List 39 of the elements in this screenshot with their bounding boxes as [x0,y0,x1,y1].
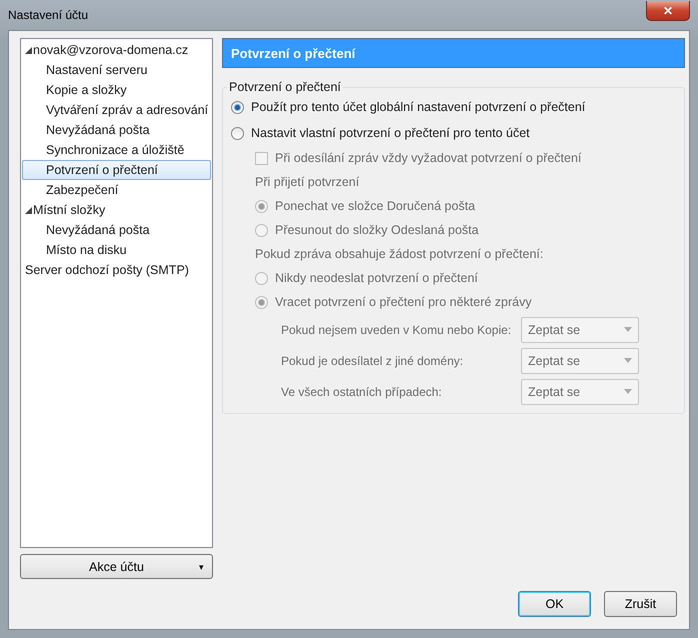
checkbox-label: Při odesílání zpráv vždy vyžadovat potvrzení o přečtení [275,151,582,165]
radio-label: Ponechat ve složce Doručená pošta [275,199,476,213]
group-title: Potvrzení o přečtení [228,80,342,94]
close-button[interactable]: ✕ [646,1,690,21]
tree-item[interactable]: Server odchozí pošty (SMTP) [22,260,211,280]
tree-item[interactable]: Synchronizace a úložiště [22,140,211,160]
cancel-button[interactable]: Zrušit [604,591,677,617]
account-actions-button[interactable]: Akce účtu ▾ [20,554,213,579]
dropdown-arrow-icon [624,389,632,394]
dropdown-arrow-icon [624,358,632,363]
tree-item[interactable]: Nevyžádaná pošta [22,220,211,240]
section-label: Pokud zpráva obsahuje žádost potvrzení o přečtení: [255,247,544,261]
select-label: Pokud nejsem uveden v Komu nebo Kopie: [281,322,512,336]
radio-label: Použít pro tento účet globální nastavení potvrzení o přečtení [251,100,586,114]
radio-label: Přesunout do složky Odeslaná pošta [275,223,479,237]
window-title: Nastavení účtu [8,8,88,22]
ok-button[interactable]: OK [518,591,591,617]
tree-item[interactable]: Nevyžádaná pošta [22,120,211,140]
tree-item[interactable]: Zabezpečení [22,180,211,200]
tree-item[interactable]: Nastavení serveru [22,60,211,80]
select-label: Pokud je odesílatel z jiné domény: [281,354,464,368]
radio-label: Nikdy neodeslat potvrzení o přečtení [275,271,478,285]
expanded-triangle-icon[interactable] [25,46,32,54]
radio-button[interactable] [231,100,244,114]
tree-item[interactable]: Místní složky [22,200,211,220]
section-label: Při přijetí potvrzení [255,175,360,189]
tree-item[interactable]: Místo na disku [22,240,211,260]
caret-icon: ▾ [199,562,204,572]
tree-item[interactable]: Kopie a složky [22,80,211,100]
tree-item[interactable]: novak@vzorova-domena.cz [22,40,211,60]
radio-button[interactable] [231,126,244,140]
tree-item[interactable]: Vytváření zpráv a adresování [22,100,211,120]
expanded-triangle-icon[interactable] [25,206,32,214]
select-label: Ve všech ostatních případech: [281,384,443,398]
page-header: Potvrzení o přečtení [222,38,685,68]
tree-item[interactable]: Potvrzení o přečtení [22,160,211,180]
radio-label: Vracet potvrzení o přečtení pro některé zprávy [275,295,532,309]
radio-label: Nastavit vlastní potvrzení o přečtení pro tento účet [251,126,530,140]
dropdown-arrow-icon [624,327,632,332]
